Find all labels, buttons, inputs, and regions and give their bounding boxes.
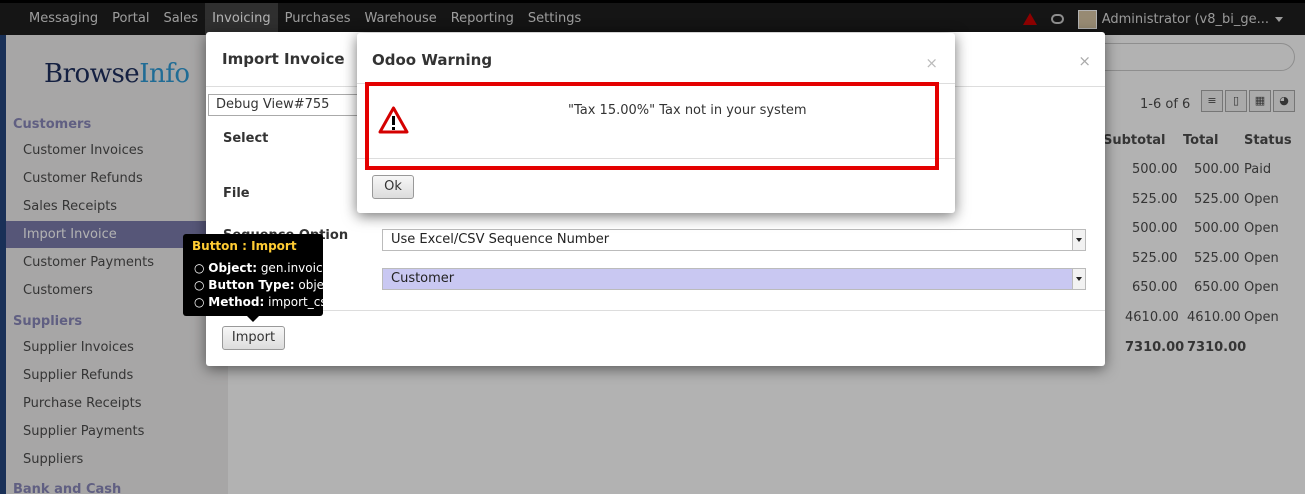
file-label: File <box>223 186 250 201</box>
odoo-warning-dialog: Odoo Warning × "Tax 15.00%" Tax not in y… <box>357 33 955 213</box>
tooltip-button-type: ○ Button Type: object <box>194 278 336 292</box>
button-debug-tooltip: Button : Import ○ Object: gen.invoice ○ … <box>183 234 335 322</box>
close-icon[interactable]: × <box>925 54 938 72</box>
partner-type-value: Customer <box>391 271 455 286</box>
dropdown-arrow-icon <box>1072 230 1085 250</box>
close-icon[interactable]: × <box>1078 52 1091 70</box>
select-label: Select <box>223 131 269 146</box>
warning-message: "Tax 15.00%" Tax not in your system <box>568 103 807 118</box>
tooltip-title: Button : Import <box>192 239 297 253</box>
dropdown-arrow-icon <box>1072 269 1085 289</box>
tooltip-method: ○ Method: import_csv <box>194 295 334 309</box>
warning-title: Odoo Warning <box>372 51 493 69</box>
dialog-title: Import Invoice <box>222 50 345 68</box>
partner-type-select[interactable]: Customer <box>382 268 1086 290</box>
sequence-option-select[interactable]: Use Excel/CSV Sequence Number <box>382 229 1086 251</box>
tooltip-object: ○ Object: gen.invoice <box>194 261 330 275</box>
import-button[interactable]: Import <box>222 326 285 350</box>
dialog-footer <box>206 310 1105 311</box>
warning-triangle-icon <box>378 106 409 134</box>
sequence-option-value: Use Excel/CSV Sequence Number <box>391 232 610 247</box>
debug-view-select[interactable]: Debug View#755 <box>208 94 358 116</box>
warning-highlight-box <box>365 82 939 170</box>
ok-button[interactable]: Ok <box>372 175 414 199</box>
